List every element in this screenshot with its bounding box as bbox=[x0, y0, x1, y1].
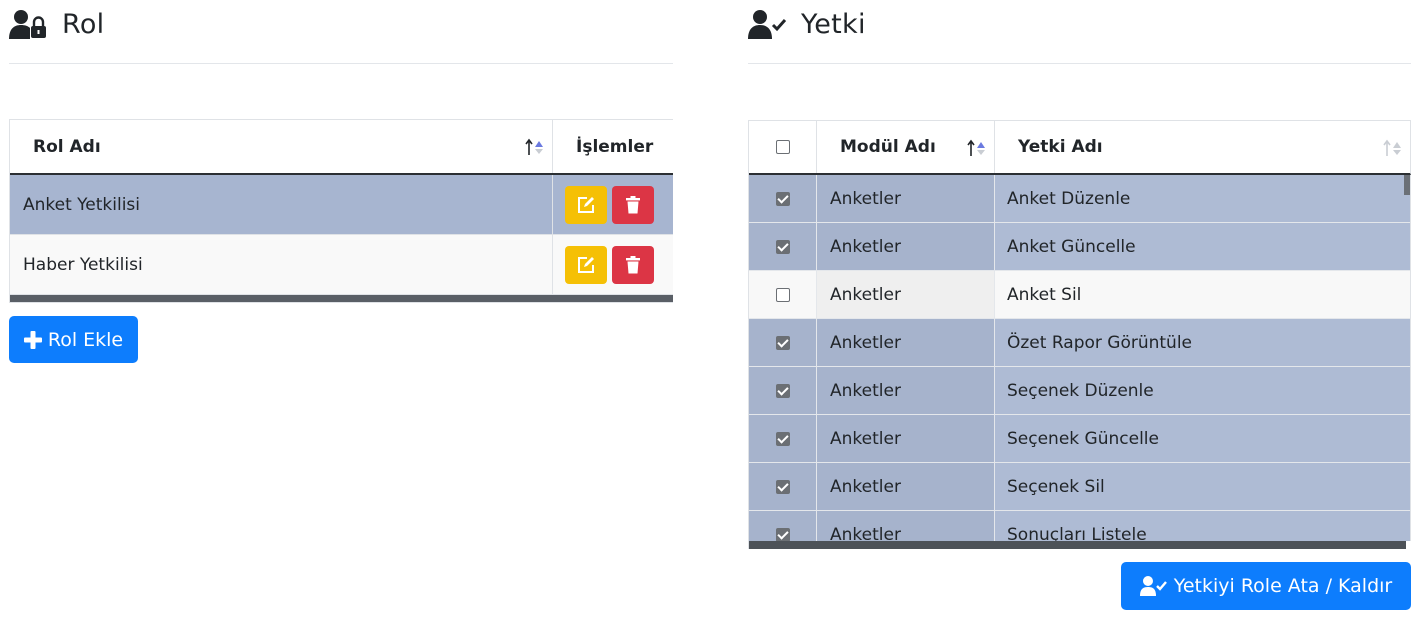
plus-icon bbox=[23, 330, 42, 349]
row-check-cell bbox=[749, 511, 817, 541]
module-cell: Anketler bbox=[817, 463, 995, 510]
horizontal-scrollbar[interactable] bbox=[10, 295, 673, 302]
add-rol-label: Rol Ekle bbox=[47, 328, 124, 351]
row-checkbox[interactable] bbox=[775, 527, 790, 541]
trash-icon bbox=[626, 195, 640, 213]
column-header-modul-adi[interactable]: Modül Adı bbox=[817, 121, 995, 173]
row-check-cell bbox=[749, 319, 817, 366]
yetki-title: Yetki bbox=[801, 8, 866, 40]
row-check-cell bbox=[749, 367, 817, 414]
sort-ascending-icon[interactable] bbox=[966, 139, 986, 157]
column-header-rol-adi[interactable]: Rol Adı bbox=[10, 120, 553, 173]
row-checkbox[interactable] bbox=[775, 239, 790, 254]
rol-table-header: Rol Adı İşlemler bbox=[10, 120, 673, 175]
edit-icon bbox=[578, 196, 594, 213]
sort-both-icon[interactable] bbox=[1382, 139, 1402, 157]
edit-button[interactable] bbox=[565, 245, 607, 284]
row-check-cell bbox=[749, 271, 817, 318]
row-checkbox[interactable] bbox=[775, 431, 790, 446]
table-row[interactable]: Anketler Anket Düzenle bbox=[749, 175, 1410, 223]
permission-cell: Seçenek Düzenle bbox=[1007, 380, 1154, 401]
edit-button[interactable] bbox=[565, 185, 607, 224]
trash-icon bbox=[626, 255, 640, 273]
module-cell: Anketler bbox=[817, 175, 995, 222]
table-row[interactable]: Anketler Seçenek Düzenle bbox=[749, 367, 1410, 415]
table-row[interactable]: Haber Yetkilisi bbox=[10, 235, 673, 295]
column-label: Rol Adı bbox=[33, 136, 101, 157]
module-cell: Anketler bbox=[817, 223, 995, 270]
module-cell: Anketler bbox=[817, 415, 995, 462]
select-all-checkbox[interactable] bbox=[775, 140, 790, 154]
rol-name-cell: Haber Yetkilisi bbox=[10, 235, 553, 294]
column-header-islemler: İşlemler bbox=[553, 120, 673, 173]
row-actions bbox=[553, 175, 673, 234]
permission-cell: Özet Rapor Görüntüle bbox=[1007, 332, 1193, 353]
yetki-panel: Yetki Modül Adı Yetki Adı Anketler Anket… bbox=[748, 0, 1411, 610]
assign-permission-label: Yetkiyi Role Ata / Kaldır bbox=[1173, 575, 1393, 597]
permission-cell: Anket Güncelle bbox=[1007, 236, 1136, 257]
row-checkbox[interactable] bbox=[775, 383, 790, 398]
rol-table: Rol Adı İşlemler Anket Yetkilisi Haber Y… bbox=[9, 119, 673, 303]
column-label: Yetki Adı bbox=[1018, 137, 1103, 157]
row-checkbox[interactable] bbox=[775, 287, 790, 302]
add-rol-button[interactable]: Rol Ekle bbox=[9, 316, 138, 363]
row-checkbox[interactable] bbox=[775, 479, 790, 494]
sort-ascending-icon[interactable] bbox=[524, 138, 544, 156]
column-label: Modül Adı bbox=[840, 137, 936, 157]
yetki-table-header: Modül Adı Yetki Adı bbox=[749, 121, 1411, 175]
table-row[interactable]: Anketler Anket Güncelle bbox=[749, 223, 1410, 271]
module-cell: Anketler bbox=[817, 271, 995, 318]
row-checkbox[interactable] bbox=[775, 335, 790, 350]
row-check-cell bbox=[749, 223, 817, 270]
row-check-cell bbox=[749, 415, 817, 462]
user-check-icon bbox=[1139, 576, 1167, 596]
edit-icon bbox=[578, 256, 594, 273]
permission-cell: Anket Sil bbox=[1007, 284, 1082, 305]
module-cell: Anketler bbox=[817, 367, 995, 414]
horizontal-scrollbar[interactable] bbox=[749, 541, 1406, 549]
delete-button[interactable] bbox=[612, 245, 654, 284]
module-cell: Anketler bbox=[817, 511, 995, 541]
user-lock-icon bbox=[9, 10, 46, 39]
table-row[interactable]: Anketler Seçenek Güncelle bbox=[749, 415, 1410, 463]
rol-name-cell: Anket Yetkilisi bbox=[10, 175, 553, 234]
row-actions bbox=[553, 235, 673, 294]
select-all-cell bbox=[749, 121, 817, 173]
yetki-table: Modül Adı Yetki Adı Anketler Anket Düzen… bbox=[748, 120, 1411, 549]
permission-cell: Seçenek Güncelle bbox=[1007, 428, 1159, 449]
user-check-icon bbox=[748, 10, 787, 39]
permission-cell: Sonuçları Listele bbox=[1007, 524, 1147, 542]
vertical-scrollbar-thumb[interactable] bbox=[1404, 175, 1410, 195]
permission-cell: Anket Düzenle bbox=[1007, 188, 1131, 209]
module-cell: Anketler bbox=[817, 319, 995, 366]
row-checkbox[interactable] bbox=[775, 191, 790, 206]
yetki-header: Yetki bbox=[748, 0, 1411, 64]
permission-cell: Seçenek Sil bbox=[1007, 476, 1105, 497]
table-row[interactable]: Anketler Özet Rapor Görüntüle bbox=[749, 319, 1410, 367]
table-row[interactable]: Anket Yetkilisi bbox=[10, 175, 673, 235]
rol-panel: Rol Rol Adı İşlemler Anket Yetkilisi Hab… bbox=[9, 0, 673, 363]
row-check-cell bbox=[749, 463, 817, 510]
row-check-cell bbox=[749, 175, 817, 222]
delete-button[interactable] bbox=[612, 185, 654, 224]
table-row[interactable]: Anketler Sonuçları Listele bbox=[749, 511, 1410, 541]
table-row[interactable]: Anketler Seçenek Sil bbox=[749, 463, 1410, 511]
table-row[interactable]: Anketler Anket Sil bbox=[749, 271, 1410, 319]
column-header-yetki-adi[interactable]: Yetki Adı bbox=[995, 121, 1410, 173]
rol-title: Rol bbox=[62, 8, 105, 40]
column-label: İşlemler bbox=[576, 136, 654, 157]
assign-permission-button[interactable]: Yetkiyi Role Ata / Kaldır bbox=[1121, 562, 1411, 610]
yetki-table-body[interactable]: Anketler Anket Düzenle Anketler Anket Gü… bbox=[749, 175, 1411, 541]
rol-header: Rol bbox=[9, 0, 673, 64]
